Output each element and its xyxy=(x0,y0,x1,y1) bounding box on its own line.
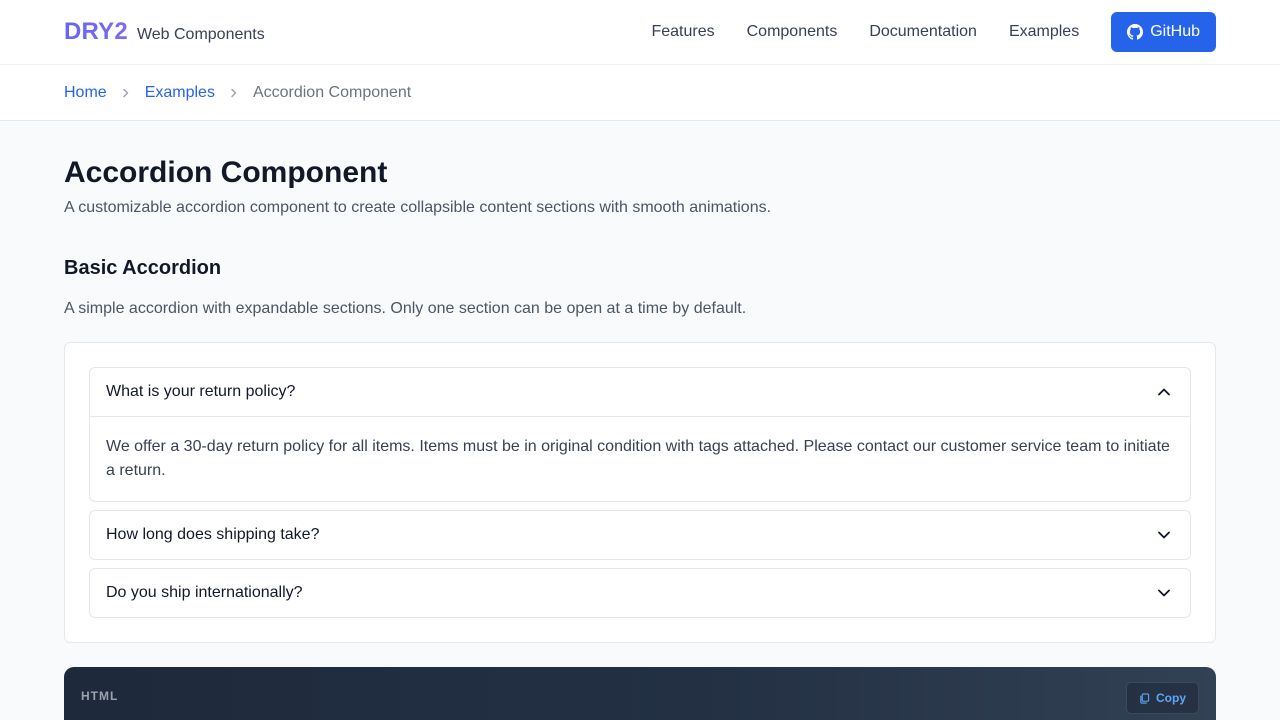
section-description: A simple accordion with expandable secti… xyxy=(64,300,747,317)
nav-link-components[interactable]: Components xyxy=(747,23,838,41)
accordion-question: How long does shipping take? xyxy=(106,526,320,543)
nav-link-features[interactable]: Features xyxy=(651,23,714,41)
copy-icon xyxy=(1140,692,1150,704)
section-title: Basic Accordion xyxy=(64,257,222,279)
code-block: HTML Copy xyxy=(64,667,1216,720)
chevron-down-icon xyxy=(1158,589,1170,597)
breadcrumb: Home Examples Accordion Component xyxy=(0,65,1280,121)
main-content: Accordion Component A customizable accor… xyxy=(0,121,1280,720)
accordion-header[interactable]: How long does shipping take? xyxy=(90,511,1190,559)
accordion-panel: We offer a 30-day return policy for all … xyxy=(90,416,1190,501)
accordion-demo: What is your return policy? We offer a 3… xyxy=(64,342,1216,643)
chevron-up-icon xyxy=(1158,388,1170,396)
page-lead: A customizable accordion component to cr… xyxy=(64,199,772,216)
accordion-item: What is your return policy? We offer a 3… xyxy=(89,367,1191,502)
accordion-question: What is your return policy? xyxy=(106,383,296,400)
github-button-label: GitHub xyxy=(1150,23,1200,40)
brand[interactable]: DRY2 Web Components xyxy=(64,18,265,46)
accordion-header[interactable]: What is your return policy? xyxy=(90,368,1190,416)
breadcrumb-current: Accordion Component xyxy=(252,83,412,101)
nav-link-examples[interactable]: Examples xyxy=(1009,23,1079,41)
chevron-right-icon xyxy=(121,85,131,101)
brand-logo[interactable]: DRY2 xyxy=(64,18,128,46)
nav-link-documentation[interactable]: Documentation xyxy=(869,23,977,41)
brand-subtitle: Web Components xyxy=(136,26,265,43)
chevron-right-icon xyxy=(229,85,239,101)
copy-button[interactable]: Copy xyxy=(1126,682,1199,714)
top-navbar: DRY2 Web Components Features Components … xyxy=(0,0,1280,65)
code-language-label: HTML xyxy=(81,689,119,703)
breadcrumb-examples[interactable]: Examples xyxy=(145,84,215,102)
accordion-item: Do you ship internationally? xyxy=(89,568,1191,618)
copy-button-label: Copy xyxy=(1156,691,1186,705)
main-nav: Features Components Documentation Exampl… xyxy=(651,23,1079,41)
accordion-question: Do you ship internationally? xyxy=(106,584,303,601)
breadcrumb-home[interactable]: Home xyxy=(64,84,107,102)
chevron-down-icon xyxy=(1158,531,1170,539)
accordion-item: How long does shipping take? xyxy=(89,510,1191,560)
accordion-header[interactable]: Do you ship internationally? xyxy=(90,569,1190,617)
github-button[interactable]: GitHub xyxy=(1111,12,1216,52)
page-title: Accordion Component xyxy=(64,156,388,189)
github-icon xyxy=(1127,24,1144,40)
